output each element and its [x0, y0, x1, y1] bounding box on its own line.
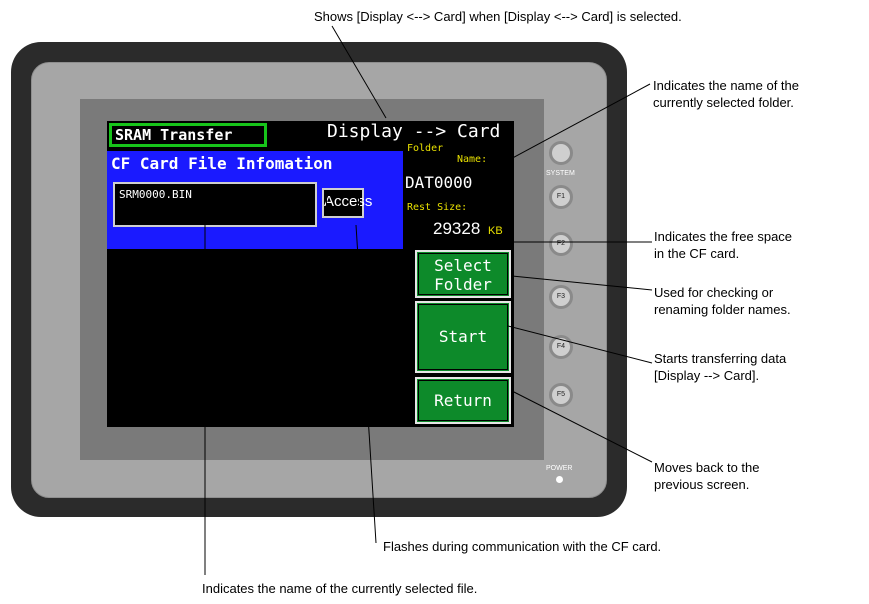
- leader-select: [511, 275, 653, 291]
- callout-file: Indicates the name of the currently sele…: [202, 581, 478, 596]
- callout-start-line1: Starts transferring data: [654, 351, 787, 366]
- leader-access: [355, 224, 377, 544]
- callout-start-line2: [Display --> Card].: [654, 368, 760, 383]
- callout-select-line2: renaming folder names.: [654, 302, 791, 317]
- leader-folder: [478, 83, 651, 177]
- callout-access: Flashes during communication with the CF…: [383, 539, 662, 554]
- callout-free-line1: Indicates the free space: [654, 229, 793, 244]
- callout-folder-line1: Indicates the name of the: [653, 78, 799, 93]
- callout-mode: Shows [Display <--> Card] when [Display …: [314, 9, 682, 24]
- callout-folder-line2: currently selected folder.: [653, 95, 794, 110]
- leader-mode: [331, 25, 387, 119]
- callout-select-line1: Used for checking or: [654, 285, 774, 300]
- callout-free-line2: in the CF card.: [654, 246, 740, 261]
- callout-return-line2: previous screen.: [654, 477, 750, 492]
- leader-start: [507, 325, 653, 364]
- callout-return-line1: Moves back to the: [654, 460, 760, 475]
- leader-return: [511, 390, 653, 463]
